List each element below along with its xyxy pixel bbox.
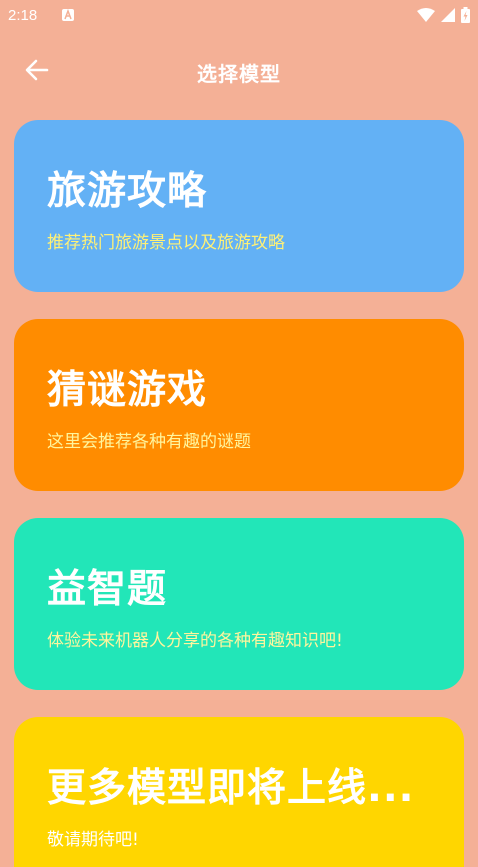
card-more-models[interactable]: 更多模型即将上线... 敬请期待吧! — [14, 717, 464, 867]
card-description: 推荐热门旅游景点以及旅游攻略 — [47, 233, 285, 253]
card-title: 益智题 — [47, 567, 168, 612]
card-description: 这里会推荐各种有趣的谜题 — [47, 432, 251, 452]
notification-icon — [62, 9, 74, 21]
card-description: 体验未来机器人分享的各种有趣知识吧! — [47, 631, 343, 651]
card-travel-guide[interactable]: 旅游攻略 推荐热门旅游景点以及旅游攻略 — [14, 120, 464, 292]
card-title: 旅游攻略 — [47, 169, 208, 214]
status-bar: 2:18 — [0, 0, 478, 32]
card-title: 猜谜游戏 — [47, 368, 208, 413]
page-title: 选择模型 — [197, 62, 281, 86]
card-riddle-game[interactable]: 猜谜游戏 这里会推荐各种有趣的谜题 — [14, 319, 464, 491]
battery-icon — [461, 7, 470, 23]
status-time: 2:18 — [8, 7, 38, 24]
card-title: 更多模型即将上线... — [47, 766, 415, 811]
card-puzzle-quiz[interactable]: 益智题 体验未来机器人分享的各种有趣知识吧! — [14, 518, 464, 690]
signal-icon — [441, 8, 455, 22]
wifi-icon — [417, 8, 435, 22]
top-app-bar: 选择模型 — [0, 40, 478, 100]
card-description: 敬请期待吧! — [47, 830, 139, 850]
